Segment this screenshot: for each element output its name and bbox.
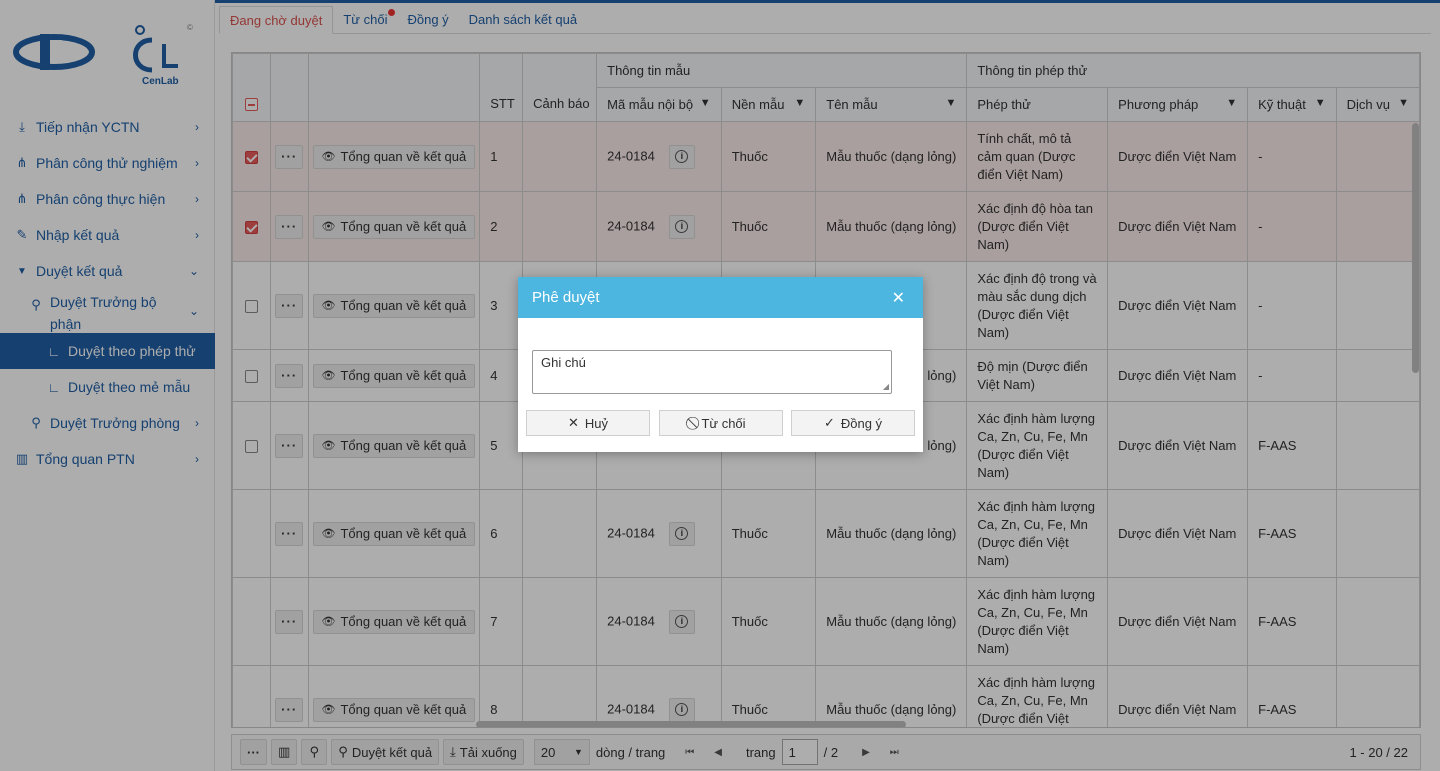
- dialog-title: Phê duyệt: [532, 289, 600, 306]
- dialog-header: Phê duyệt ✕: [518, 277, 923, 318]
- check-icon: ✓: [823, 415, 835, 430]
- cancel-label: Huỷ: [584, 415, 609, 431]
- reject-button[interactable]: ⃠Từ chối: [658, 410, 783, 436]
- close-icon[interactable]: ✕: [892, 288, 905, 308]
- close-icon: ✕: [567, 415, 579, 430]
- dialog-body: Ghi chú ◢: [518, 318, 923, 410]
- resize-handle-icon[interactable]: ◢: [883, 382, 889, 391]
- approval-dialog: Phê duyệt ✕ Ghi chú ◢ ✕ Huỷ ⃠Từ chối ✓ Đồng…: [518, 277, 923, 452]
- approve-label: Đồng ý: [840, 415, 883, 431]
- note-textarea[interactable]: Ghi chú ◢: [532, 350, 892, 394]
- dialog-footer: ✕ Huỷ ⃠Từ chối ✓ Đồng ý: [518, 410, 923, 436]
- cancel-button[interactable]: ✕ Huỷ: [526, 410, 650, 436]
- approve-button[interactable]: ✓ Đồng ý: [791, 410, 915, 436]
- reject-label: Từ chối: [701, 415, 746, 431]
- note-placeholder: Ghi chú: [541, 355, 586, 370]
